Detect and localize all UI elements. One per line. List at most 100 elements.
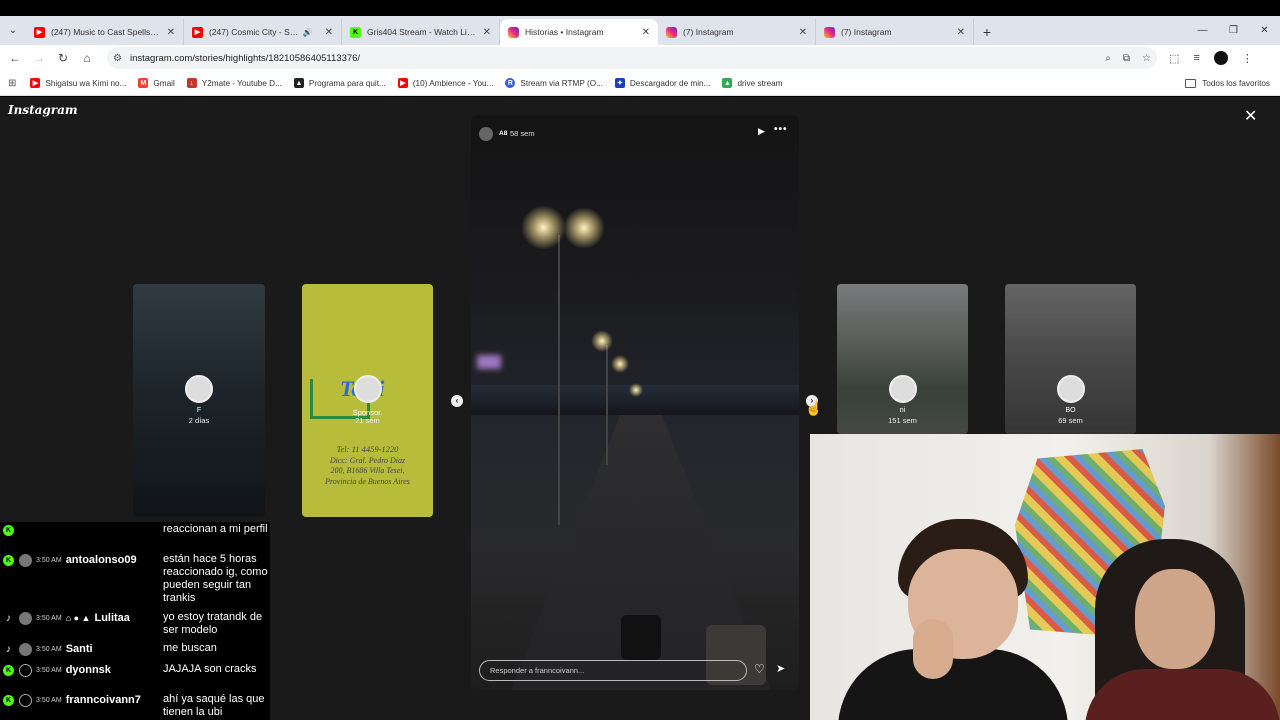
story-username: ni: [899, 407, 906, 414]
omnibox[interactable]: ⚙ instagram.com/stories/highlights/18210…: [107, 47, 1157, 69]
more-options-icon[interactable]: •••: [774, 124, 788, 135]
tab-title: (7) Instagram: [683, 27, 734, 37]
rtmp-icon: R: [505, 78, 516, 88]
tab-2[interactable]: ▶ (247) Cosmic City - Space M 🔊 ✕: [184, 19, 342, 45]
story-username: F: [196, 407, 202, 414]
bookmark-label: Programa para quit...: [308, 78, 386, 88]
back-icon[interactable]: ←: [3, 51, 27, 65]
street-light: [521, 205, 566, 250]
tab-6[interactable]: (7) Instagram ✕: [816, 19, 974, 45]
chat-message: K 3:50 AM franncoivann7 ahí ya saqué las…: [0, 692, 270, 719]
close-viewer-icon[interactable]: ✕: [1244, 106, 1257, 126]
bookmark-star-icon[interactable]: ☆: [1142, 53, 1151, 64]
tab-3[interactable]: K Gris404 Stream - Watch Live on ✕: [342, 19, 500, 45]
kick-badge-icon: K: [3, 554, 14, 566]
apps-grid-icon[interactable]: ⊞: [8, 78, 16, 89]
close-icon[interactable]: ✕: [642, 27, 650, 38]
street-light: [611, 355, 629, 373]
side-story-1[interactable]: F 2 días: [133, 284, 265, 517]
close-icon[interactable]: ✕: [325, 27, 333, 38]
forward-icon[interactable]: →: [27, 51, 51, 65]
profile-avatar[interactable]: [1213, 51, 1228, 65]
chat-username: Lulitaa: [94, 612, 130, 624]
bookmark-label: Gmail: [153, 78, 175, 88]
reply-input[interactable]: Responder a franncoivann...: [479, 660, 747, 681]
bookmark-item[interactable]: ✦ Descargador de min...: [614, 78, 711, 88]
tab-4-active[interactable]: Historias • Instagram ✕: [500, 19, 658, 45]
bookmarks-bar: ⊞ ▶ Shigatsu wa Kimi no... M Gmail ↓ Y2mate…: [0, 71, 1280, 96]
zoom-icon[interactable]: ⌕: [1105, 53, 1111, 64]
chat-time: 3:50 AM: [36, 556, 62, 564]
instagram-logo[interactable]: Instagram: [8, 103, 78, 117]
bookmark-item[interactable]: ▲ Programa para quit...: [293, 78, 386, 88]
bookmark-label: Shigatsu wa Kimi no...: [45, 78, 127, 88]
bookmark-item[interactable]: ↓ Y2mate - Youtube D...: [186, 78, 282, 88]
install-app-icon[interactable]: ⧉: [1123, 53, 1130, 64]
tab-search-chevron-icon[interactable]: ⌄: [0, 16, 26, 45]
chat-time: 3:50 AM: [36, 696, 62, 704]
new-tab-button[interactable]: +: [974, 19, 1000, 45]
restore-icon[interactable]: ❐: [1218, 25, 1249, 36]
tab-title: Historias • Instagram: [525, 27, 604, 37]
site-info-icon[interactable]: ⚙: [113, 53, 122, 64]
kick-icon: K: [350, 26, 361, 38]
address-bar-row: ← → ↻ ⌂ ⚙ instagram.com/stories/highligh…: [0, 45, 1280, 71]
minimize-icon[interactable]: —: [1187, 25, 1218, 36]
street-pole: [606, 345, 608, 465]
speaker-icon[interactable]: 🔊: [303, 28, 313, 37]
close-icon[interactable]: ✕: [167, 27, 175, 38]
bookmark-label: Y2mate - Youtube D...: [201, 78, 282, 88]
tab-title: (247) Music to Cast Spells | Epic: [51, 27, 161, 37]
previous-story-icon[interactable]: ‹: [451, 395, 463, 407]
extensions-icon[interactable]: ⬚: [1169, 52, 1179, 65]
story-time: 21 sem: [355, 416, 380, 425]
close-icon[interactable]: ✕: [799, 27, 807, 38]
ad-address: Dicc: Gral. Pedro Diaz 200, B1686 Villa …: [325, 456, 410, 486]
side-story-2[interactable]: Tolei Sponsor. 21 sem Tel: 11 4459-1220 …: [302, 284, 433, 517]
avatar: [185, 375, 213, 403]
close-icon[interactable]: ✕: [483, 27, 491, 38]
story-time: 58 sem: [510, 129, 535, 138]
menu-icon[interactable]: ⋮: [1242, 52, 1253, 65]
heart-icon[interactable]: ♡: [754, 662, 765, 676]
kick-badge-icon: K: [3, 524, 14, 536]
side-story-3[interactable]: ni 151 sem: [837, 284, 968, 434]
street-light: [591, 330, 613, 352]
story-username[interactable]: A8: [499, 130, 507, 137]
bookmark-item[interactable]: ▶ (10) Ambience - You...: [397, 78, 493, 88]
reload-icon[interactable]: ↻: [51, 51, 75, 65]
webcam-overlay: [810, 434, 1280, 720]
avatar: [19, 642, 32, 656]
chat-message: K 3:50 AM dyonnsk JAJAJA son cracks: [0, 662, 270, 678]
chat-text: yo estoy tratandk de ser modelo: [163, 611, 263, 636]
send-icon[interactable]: ➤: [776, 662, 785, 675]
bookmark-item[interactable]: M Gmail: [138, 78, 175, 88]
bookmark-item[interactable]: ▲ drive stream: [722, 78, 783, 88]
streamer-right: [1085, 539, 1280, 720]
play-icon[interactable]: ▶: [758, 126, 765, 137]
tiktok-badge-icon: ♪: [6, 643, 11, 655]
bookmark-label: Stream via RTMP (O...: [520, 78, 603, 88]
all-favorites[interactable]: Todos los favoritos: [1185, 78, 1270, 88]
url-text[interactable]: instagram.com/stories/highlights/1821058…: [130, 53, 1105, 64]
main-story[interactable]: A8 58 sem ▶ ••• Responder a franncoivann…: [471, 115, 799, 690]
side-story-4[interactable]: BO 69 sem: [1005, 284, 1136, 434]
window-close-icon[interactable]: ✕: [1249, 25, 1280, 36]
story-time: 2 días: [188, 416, 210, 425]
bookmark-item[interactable]: ▶ Shigatsu wa Kimi no...: [30, 78, 126, 88]
purple-sign: [477, 355, 501, 369]
home-icon[interactable]: ⌂: [75, 51, 99, 65]
tab-5[interactable]: (7) Instagram ✕: [658, 19, 816, 45]
chat-time: 3:50 AM: [36, 666, 62, 674]
avatar[interactable]: [479, 127, 493, 141]
media-control-icon[interactable]: ≡: [1193, 52, 1199, 64]
screen-top-bar: [0, 0, 1280, 16]
close-icon[interactable]: ✕: [957, 27, 965, 38]
chat-message: ♪ 3:50 AM Santi me buscan: [0, 641, 270, 657]
tiktok-badge-icon: ♪: [6, 612, 11, 624]
chat-message: K reaccionan a mi perfil: [0, 522, 270, 538]
chat-username: Santi: [65, 643, 93, 655]
tab-1[interactable]: ▶ (247) Music to Cast Spells | Epic ✕: [26, 19, 184, 45]
bookmark-label: Descargador de min...: [629, 78, 711, 88]
bookmark-item[interactable]: R Stream via RTMP (O...: [505, 78, 603, 88]
